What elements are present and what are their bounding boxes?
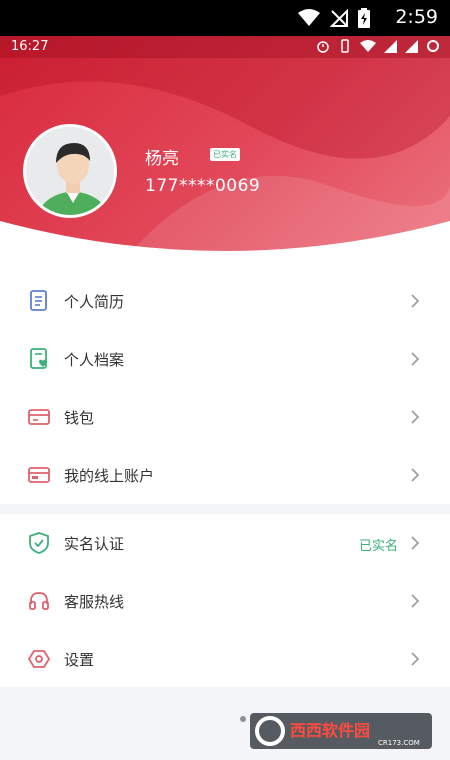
- shield-icon: [29, 532, 49, 554]
- system-clock: 2:59: [395, 6, 438, 28]
- chevron-right-icon: [411, 410, 420, 424]
- site-watermark: 西西软件园 CR173.COM: [250, 713, 432, 749]
- menu-item-label: 客服热线: [64, 593, 125, 611]
- chevron-right-icon: [411, 352, 420, 366]
- vibrate-icon: [341, 39, 349, 53]
- watermark-subtext: CR173.COM: [378, 739, 420, 747]
- menu-item-resume[interactable]: 个人简历: [0, 272, 450, 330]
- chevron-right-icon: [411, 652, 420, 666]
- menu-item-label: 钱包: [64, 409, 95, 427]
- signal-icon: [384, 39, 397, 53]
- user-avatar[interactable]: [23, 124, 117, 218]
- verification-status: 已实名: [358, 539, 398, 554]
- user-name: 杨亮: [145, 149, 179, 169]
- wifi-small-icon: [360, 40, 376, 52]
- menu-item-settings[interactable]: 设置: [0, 630, 450, 688]
- menu-item-label: 设置: [64, 651, 95, 669]
- verified-badge: 已实名: [210, 148, 240, 161]
- online-account-icon: [28, 467, 50, 483]
- chevron-right-icon: [411, 594, 420, 608]
- settings-icon: [27, 650, 51, 668]
- headset-icon: [29, 592, 49, 610]
- alarm-icon: [317, 41, 329, 53]
- menu-item-label: 个人档案: [64, 351, 125, 369]
- chevron-right-icon: [411, 468, 420, 482]
- menu-item-verification[interactable]: 实名认证 已实名: [0, 514, 450, 572]
- chevron-right-icon: [411, 536, 420, 550]
- profile-header: 16:27 杨亮 已实名 177****0069: [0, 36, 450, 264]
- system-status-bar: 2:59: [0, 0, 450, 36]
- resume-icon: [30, 290, 47, 311]
- signal-2-icon: [405, 39, 418, 53]
- menu-item-label: 实名认证: [64, 535, 125, 553]
- menu-item-label: 个人简历: [64, 293, 125, 311]
- menu-group-service: 实名认证 已实名 客服热线 设置: [0, 514, 450, 687]
- menu-item-customer-hotline[interactable]: 客服热线: [0, 572, 450, 630]
- watermark-text: 西西软件园: [290, 721, 370, 740]
- page-indicator-dot: [240, 716, 246, 722]
- menu-item-label: 我的线上账户: [64, 467, 155, 485]
- wallet-icon: [28, 409, 50, 425]
- menu-item-wallet[interactable]: 钱包: [0, 388, 450, 446]
- wifi-icon: [298, 9, 320, 26]
- battery-charging-icon: [358, 8, 370, 28]
- menu-item-profile-file[interactable]: 个人档案: [0, 330, 450, 388]
- no-signal-icon: [330, 9, 348, 27]
- app-status-time: 16:27: [11, 39, 49, 54]
- profile-file-icon: [30, 348, 47, 369]
- user-phone: 177****0069: [145, 176, 261, 196]
- menu-item-online-account[interactable]: 我的线上账户: [0, 446, 450, 504]
- chevron-right-icon: [411, 294, 420, 308]
- app-status-bar: 16:27: [0, 36, 450, 58]
- loading-ring-icon: [427, 40, 439, 52]
- menu-group-account: 个人简历 个人档案 钱包 我的线上账户: [0, 264, 450, 504]
